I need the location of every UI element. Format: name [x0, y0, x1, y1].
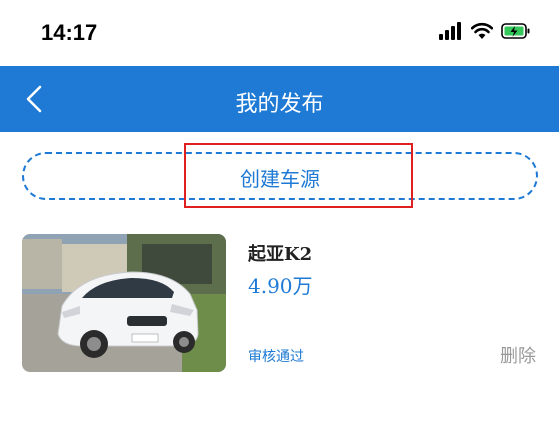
signal-icon [439, 22, 461, 40]
delete-button[interactable]: 删除 [500, 342, 536, 368]
status-icons [439, 22, 531, 40]
listing-title: 起亚K2 [248, 244, 313, 265]
listing-price: 4.90万 [248, 274, 313, 298]
status-time: 14:17 [41, 20, 98, 45]
list-item[interactable]: 起亚K2 4.90万 审核通过 删除 [22, 234, 538, 372]
wifi-icon [471, 22, 493, 39]
status-bar: 14:17 [0, 0, 559, 66]
status-badge: 审核通过 [248, 349, 304, 365]
highlight-box [184, 143, 413, 208]
page-title: 我的发布 [235, 92, 324, 117]
battery-icon [501, 23, 530, 39]
car-photo [22, 234, 226, 372]
nav-bar: 我的发布 [0, 66, 559, 132]
